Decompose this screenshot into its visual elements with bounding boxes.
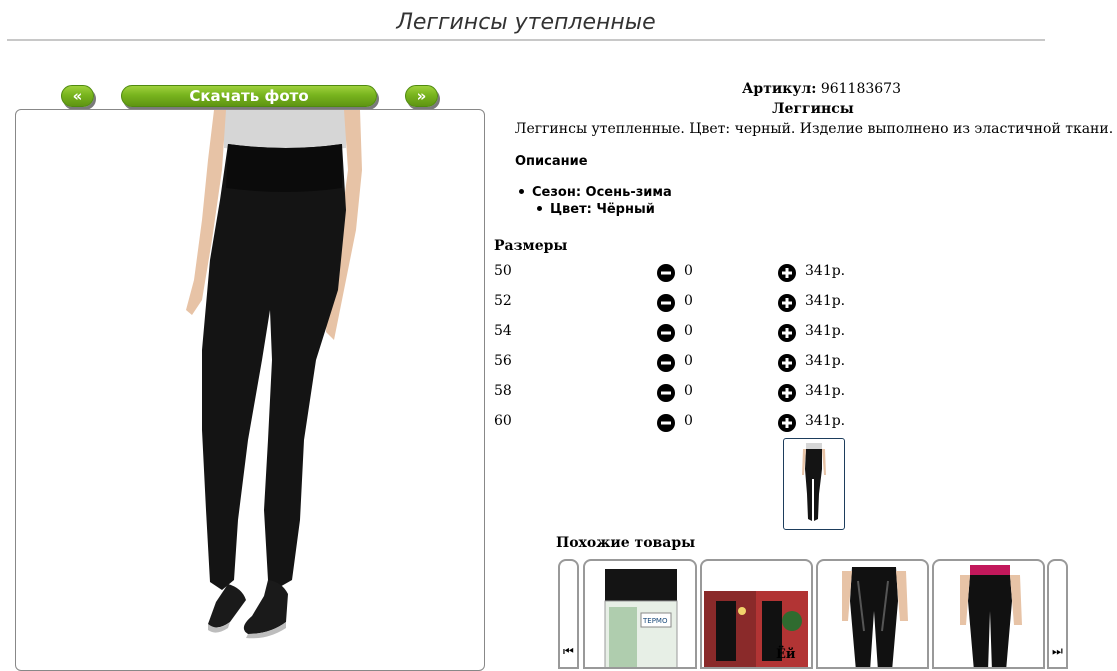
bullet-icon xyxy=(537,206,542,211)
skip-forward-icon: ⏭ xyxy=(1052,644,1063,658)
quantity-value: 0 xyxy=(684,293,693,309)
plus-circle-icon[interactable] xyxy=(778,264,796,282)
minus-circle-icon[interactable] xyxy=(657,264,675,282)
price: 341р. xyxy=(805,323,846,339)
season-text: Сезон: Осень-зима xyxy=(532,185,672,200)
page-title: Леггинсы утепленные xyxy=(396,10,656,35)
product-description: Леггинсы утепленные. Цвет: черный. Издел… xyxy=(514,121,1114,137)
size-label: 56 xyxy=(494,353,512,369)
quantity-value: 0 xyxy=(684,263,693,279)
product-name: Леггинсы xyxy=(772,101,854,117)
leggings-photo xyxy=(186,110,362,639)
color-attribute: Цвет: Чёрный xyxy=(537,202,655,217)
size-row: 60 0 341р. xyxy=(494,413,894,433)
previous-photo-button[interactable]: « xyxy=(61,85,94,107)
download-photo-button[interactable]: Скачать фото xyxy=(121,85,377,107)
size-row: 56 0 341р. xyxy=(494,353,894,373)
thumb-text: ТЕРМО xyxy=(642,617,668,625)
thermal-leggings-pack-image: ТЕРМО xyxy=(604,569,678,667)
carousel-prev-button[interactable]: ⏮ xyxy=(558,559,579,669)
similar-product-caption: Ёй xyxy=(776,647,796,662)
main-product-photo[interactable] xyxy=(15,109,485,671)
similar-products-heading: Похожие товары xyxy=(556,535,696,551)
article-value: 961183673 xyxy=(820,81,901,97)
quantity-value: 0 xyxy=(684,413,693,429)
size-label: 52 xyxy=(494,293,512,309)
similar-product-card[interactable] xyxy=(700,559,813,669)
plus-circle-icon[interactable] xyxy=(778,324,796,342)
minus-circle-icon[interactable] xyxy=(657,384,675,402)
plus-circle-icon[interactable] xyxy=(778,294,796,312)
size-row: 52 0 341р. xyxy=(494,293,894,313)
minus-circle-icon[interactable] xyxy=(657,294,675,312)
leather-leggings-image xyxy=(842,567,908,667)
price: 341р. xyxy=(805,413,846,429)
size-row: 58 0 341р. xyxy=(494,383,894,403)
sizes-heading: Размеры xyxy=(494,238,568,254)
minus-circle-icon[interactable] xyxy=(657,324,675,342)
product-thumbnail[interactable] xyxy=(783,438,845,530)
similar-product-card[interactable] xyxy=(932,559,1045,669)
similar-product-card[interactable] xyxy=(816,559,929,669)
size-label: 58 xyxy=(494,383,512,399)
similar-product-card[interactable]: ТЕРМО xyxy=(583,559,697,669)
quantity-value: 0 xyxy=(684,353,693,369)
quantity-value: 0 xyxy=(684,323,693,339)
plus-circle-icon[interactable] xyxy=(778,384,796,402)
leggings-thumbnail-image xyxy=(802,443,826,521)
title-divider xyxy=(7,39,1045,41)
size-row: 54 0 341р. xyxy=(494,323,894,343)
quantity-value: 0 xyxy=(684,383,693,399)
description-heading: Описание xyxy=(515,154,588,169)
season-attribute: Сезон: Осень-зима xyxy=(519,185,672,200)
size-label: 60 xyxy=(494,413,512,429)
black-leggings-image xyxy=(960,565,1022,667)
price: 341р. xyxy=(805,263,846,279)
next-photo-button[interactable]: » xyxy=(405,85,438,107)
minus-circle-icon[interactable] xyxy=(657,414,675,432)
color-text: Цвет: Чёрный xyxy=(550,202,655,217)
price: 341р. xyxy=(805,353,846,369)
article-number: Артикул: 961183673 xyxy=(742,81,901,97)
price: 341р. xyxy=(805,293,846,309)
plus-circle-icon[interactable] xyxy=(778,354,796,372)
size-label: 54 xyxy=(494,323,512,339)
bullet-icon xyxy=(519,189,524,194)
article-label: Артикул: xyxy=(742,81,817,97)
price: 341р. xyxy=(805,383,846,399)
carousel-next-button[interactable]: ⏭ xyxy=(1047,559,1068,669)
plus-circle-icon[interactable] xyxy=(778,414,796,432)
size-row: 50 0 341р. xyxy=(494,263,894,283)
minus-circle-icon[interactable] xyxy=(657,354,675,372)
skip-back-icon: ⏮ xyxy=(563,644,574,658)
size-label: 50 xyxy=(494,263,512,279)
